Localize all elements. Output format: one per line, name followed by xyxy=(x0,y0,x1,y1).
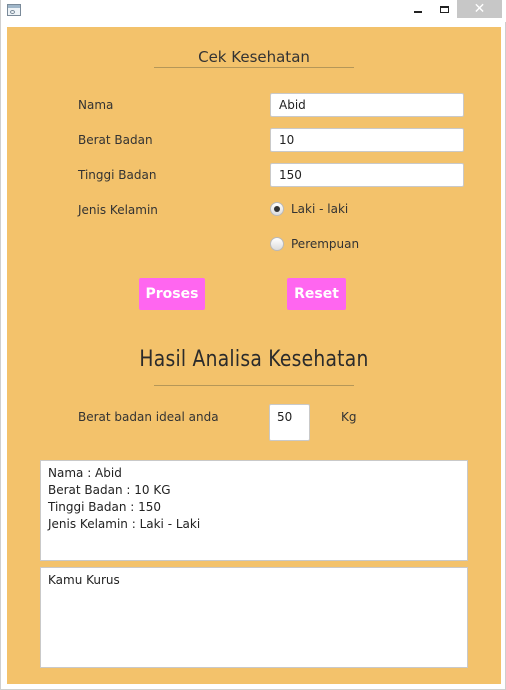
radio-laki-laki-label: Laki - laki xyxy=(291,202,349,216)
summary-line: Berat Badan : 10 KG xyxy=(48,483,171,497)
close-icon: ✕ xyxy=(473,1,486,17)
tinggi-badan-input[interactable] xyxy=(270,163,464,187)
radio-laki-laki[interactable]: Laki - laki xyxy=(270,202,348,216)
berat-badan-input[interactable] xyxy=(270,128,464,152)
summary-line: Jenis Kelamin : Laki - Laki xyxy=(48,517,201,531)
radio-perempuan-label: Perempuan xyxy=(291,237,360,251)
minimize-icon xyxy=(414,11,422,13)
jenis-kelamin-label: Jenis Kelamin xyxy=(78,203,158,217)
summary-line: Nama : Abid xyxy=(48,466,122,480)
status-text: Kamu Kurus xyxy=(48,573,120,587)
result-title: Hasil Analisa Kesehatan xyxy=(139,347,369,372)
result-title-underline xyxy=(154,385,354,386)
maximize-button[interactable] xyxy=(431,0,457,18)
nama-input[interactable] xyxy=(270,93,464,117)
proses-button[interactable]: Proses xyxy=(139,278,205,310)
close-button[interactable]: ✕ xyxy=(457,0,502,18)
status-textarea[interactable]: Kamu Kurus xyxy=(40,567,468,668)
berat-badan-label: Berat Badan xyxy=(78,133,153,147)
title-bar[interactable]: ✕ xyxy=(1,0,506,22)
app-icon xyxy=(7,4,21,16)
radio-perempuan[interactable]: Perempuan xyxy=(270,237,359,251)
radio-unchecked-icon xyxy=(270,237,284,251)
ideal-weight-unit: Kg xyxy=(341,410,357,424)
summary-line: Tinggi Badan : 150 xyxy=(48,500,162,514)
radio-checked-icon xyxy=(270,202,284,216)
form-title-underline xyxy=(154,67,354,68)
summary-textarea[interactable]: Nama : Abid Berat Badan : 10 KG Tinggi B… xyxy=(40,460,468,561)
form-title: Cek Kesehatan xyxy=(198,48,310,66)
ideal-weight-label: Berat badan ideal anda xyxy=(78,410,219,424)
tinggi-badan-label: Tinggi Badan xyxy=(78,168,157,182)
main-panel: Cek Kesehatan Nama Berat Badan Tinggi Ba… xyxy=(7,27,501,684)
maximize-icon xyxy=(439,5,449,13)
nama-label: Nama xyxy=(78,98,114,112)
ideal-weight-field[interactable]: 50 xyxy=(269,404,310,441)
app-window: ✕ Cek Kesehatan Nama Berat Badan Tinggi … xyxy=(0,0,506,690)
minimize-button[interactable] xyxy=(405,0,431,18)
reset-button[interactable]: Reset xyxy=(287,278,346,310)
